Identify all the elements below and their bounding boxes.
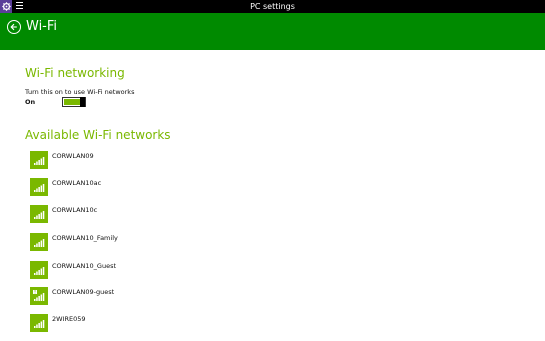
back-button[interactable] — [7, 20, 21, 34]
network-name: CORWLAN10ac — [52, 179, 102, 187]
network-item[interactable]: CORWLAN10_Guest — [30, 261, 330, 279]
toggle-fill — [64, 99, 80, 105]
wifi-networking-heading: Wi-Fi networking — [25, 66, 125, 80]
network-item[interactable]: CORWLAN10_Family — [30, 233, 330, 251]
toggle-thumb[interactable] — [80, 97, 85, 107]
wifi-signal-icon — [30, 314, 48, 332]
wifi-signal-icon — [30, 261, 48, 279]
page-header: Wi-Fi — [0, 13, 545, 50]
wifi-toggle-state-label: On — [25, 98, 36, 106]
window-title: PC settings — [250, 2, 295, 11]
network-name: CORWLAN10_Guest — [52, 262, 117, 270]
network-item[interactable]: CORWLAN10ac — [30, 178, 330, 196]
wifi-signal-unsecured-icon: ! — [30, 287, 48, 305]
back-arrow-icon — [10, 23, 17, 31]
network-name: CORWLAN10c — [52, 206, 98, 214]
network-name: 2WIRE059 — [52, 315, 86, 323]
page-title: Wi-Fi — [26, 19, 58, 34]
network-item[interactable]: CORWLAN10c — [30, 205, 330, 223]
network-item[interactable]: 2WIRE059 — [30, 314, 330, 332]
wifi-signal-icon — [30, 205, 48, 223]
available-networks-heading: Available Wi-Fi networks — [25, 128, 171, 142]
network-name: CORWLAN10_Family — [52, 234, 118, 242]
wifi-toggle-switch[interactable] — [62, 97, 86, 107]
wifi-signal-icon — [30, 178, 48, 196]
svg-text:!: ! — [34, 289, 36, 294]
network-item[interactable]: CORWLAN09 — [30, 151, 330, 169]
wifi-toggle-description: Turn this on to use Wi-Fi networks — [25, 88, 135, 96]
title-bar: PC settings — [0, 0, 545, 13]
network-name: CORWLAN09 — [52, 152, 94, 160]
wifi-signal-icon — [30, 233, 48, 251]
network-item[interactable]: ! CORWLAN09-guest — [30, 287, 330, 305]
network-name: CORWLAN09-guest — [52, 288, 115, 296]
wifi-signal-icon — [30, 151, 48, 169]
